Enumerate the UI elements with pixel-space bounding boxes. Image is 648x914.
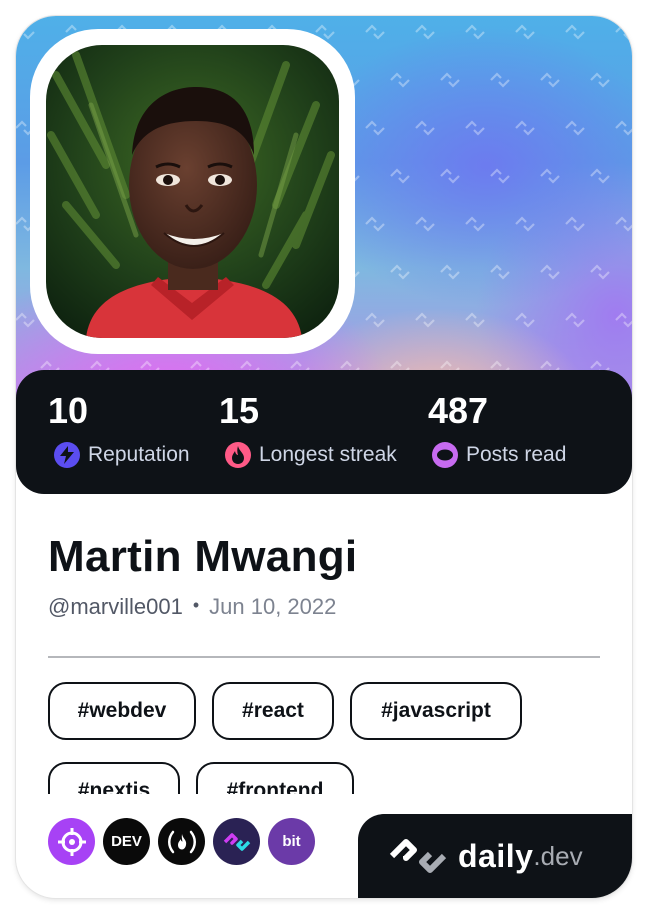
pattern-logo-mark bbox=[415, 24, 435, 40]
pattern-logo-mark bbox=[615, 216, 632, 232]
pattern-logo-mark bbox=[515, 120, 535, 136]
join-date: Jun 10, 2022 bbox=[209, 594, 337, 619]
pattern-logo-mark bbox=[515, 312, 535, 328]
pattern-logo-mark bbox=[365, 312, 385, 328]
pattern-logo-mark bbox=[415, 120, 435, 136]
pattern-logo-mark bbox=[515, 216, 535, 232]
bolt-icon bbox=[54, 442, 80, 468]
stat-reputation: 10 Reputation bbox=[48, 388, 190, 468]
pattern-logo-mark bbox=[565, 120, 585, 136]
pattern-logo-mark bbox=[440, 72, 460, 88]
pattern-logo-mark bbox=[615, 312, 632, 328]
pattern-logo-mark bbox=[590, 168, 610, 184]
streak-value: 15 bbox=[219, 390, 260, 431]
avatar-frame bbox=[30, 29, 355, 354]
pattern-logo-mark bbox=[515, 24, 535, 40]
reputation-label: Reputation bbox=[88, 443, 190, 466]
tag-javascript[interactable]: #javascript bbox=[350, 682, 522, 740]
pattern-logo-mark bbox=[490, 168, 510, 184]
pattern-logo-mark bbox=[365, 24, 385, 40]
eye-icon bbox=[432, 442, 458, 468]
pattern-logo-mark bbox=[365, 120, 385, 136]
pattern-logo-mark bbox=[590, 264, 610, 280]
pattern-logo-mark bbox=[540, 72, 560, 88]
pattern-logo-mark bbox=[540, 168, 560, 184]
bit-source-icon[interactable]: bit bbox=[268, 818, 315, 865]
tag-frontend[interactable]: #frontend bbox=[196, 762, 354, 794]
daily-dev-brand[interactable]: daily .dev bbox=[358, 814, 632, 898]
avatar-photo bbox=[46, 45, 339, 338]
brand-daily-text: daily bbox=[458, 837, 534, 874]
pattern-logo-mark bbox=[615, 120, 632, 136]
pattern-logo-mark bbox=[490, 264, 510, 280]
reputation-value: 10 bbox=[48, 390, 89, 431]
stat-longest-streak: 15 Longest streak bbox=[219, 388, 397, 468]
stats-bar: 10 Reputation 15 Longest streak 487 Post… bbox=[16, 370, 632, 494]
pattern-logo-mark bbox=[465, 312, 485, 328]
pattern-logo-mark bbox=[565, 216, 585, 232]
meta-separator: • bbox=[192, 594, 200, 615]
pattern-logo-mark bbox=[465, 216, 485, 232]
pattern-logo-mark bbox=[415, 216, 435, 232]
pattern-logo-mark bbox=[16, 312, 35, 328]
posts-read-label: Posts read bbox=[466, 443, 567, 466]
daily-dev-logo-icon bbox=[389, 839, 447, 873]
profile-name: Martin Mwangi bbox=[48, 532, 358, 581]
posts-read-value: 487 bbox=[428, 390, 489, 431]
tag-react[interactable]: #react bbox=[212, 682, 334, 740]
tag-list: #webdev #react #javascript #nextjs #fron… bbox=[48, 682, 608, 794]
profile-handle[interactable]: @marville001 bbox=[48, 594, 183, 620]
crosshair-source-icon[interactable] bbox=[48, 818, 95, 865]
divider bbox=[48, 656, 600, 658]
pattern-logo-mark bbox=[16, 24, 35, 40]
flame-icon bbox=[225, 442, 251, 468]
pattern-logo-mark bbox=[465, 24, 485, 40]
pattern-logo-mark bbox=[365, 216, 385, 232]
pattern-logo-mark bbox=[590, 72, 610, 88]
avatar bbox=[46, 45, 339, 338]
pattern-logo-mark bbox=[540, 264, 560, 280]
daily-source-icon[interactable] bbox=[213, 818, 260, 865]
pattern-logo-mark bbox=[390, 72, 410, 88]
freecodecamp-source-icon[interactable] bbox=[158, 818, 205, 865]
tag-nextjs[interactable]: #nextjs bbox=[48, 762, 180, 794]
pattern-logo-mark bbox=[465, 120, 485, 136]
pattern-logo-mark bbox=[565, 24, 585, 40]
streak-label: Longest streak bbox=[259, 443, 397, 466]
pattern-logo-mark bbox=[490, 72, 510, 88]
source-list: DEV bit bbox=[48, 818, 315, 865]
pattern-logo-mark bbox=[440, 168, 460, 184]
brand-dev-text: .dev bbox=[533, 840, 583, 871]
pattern-logo-mark bbox=[615, 24, 632, 40]
pattern-logo-mark bbox=[440, 264, 460, 280]
pattern-logo-mark bbox=[415, 312, 435, 328]
pattern-logo-mark bbox=[565, 312, 585, 328]
stat-posts-read: 487 Posts read bbox=[428, 388, 566, 468]
tag-webdev[interactable]: #webdev bbox=[48, 682, 196, 740]
profile-card: 10 Reputation 15 Longest streak 487 Post… bbox=[16, 16, 632, 898]
profile-meta: @marville001 • Jun 10, 2022 bbox=[48, 594, 336, 620]
dev-source-icon[interactable]: DEV bbox=[103, 818, 150, 865]
pattern-logo-mark bbox=[390, 168, 410, 184]
pattern-logo-mark bbox=[390, 264, 410, 280]
